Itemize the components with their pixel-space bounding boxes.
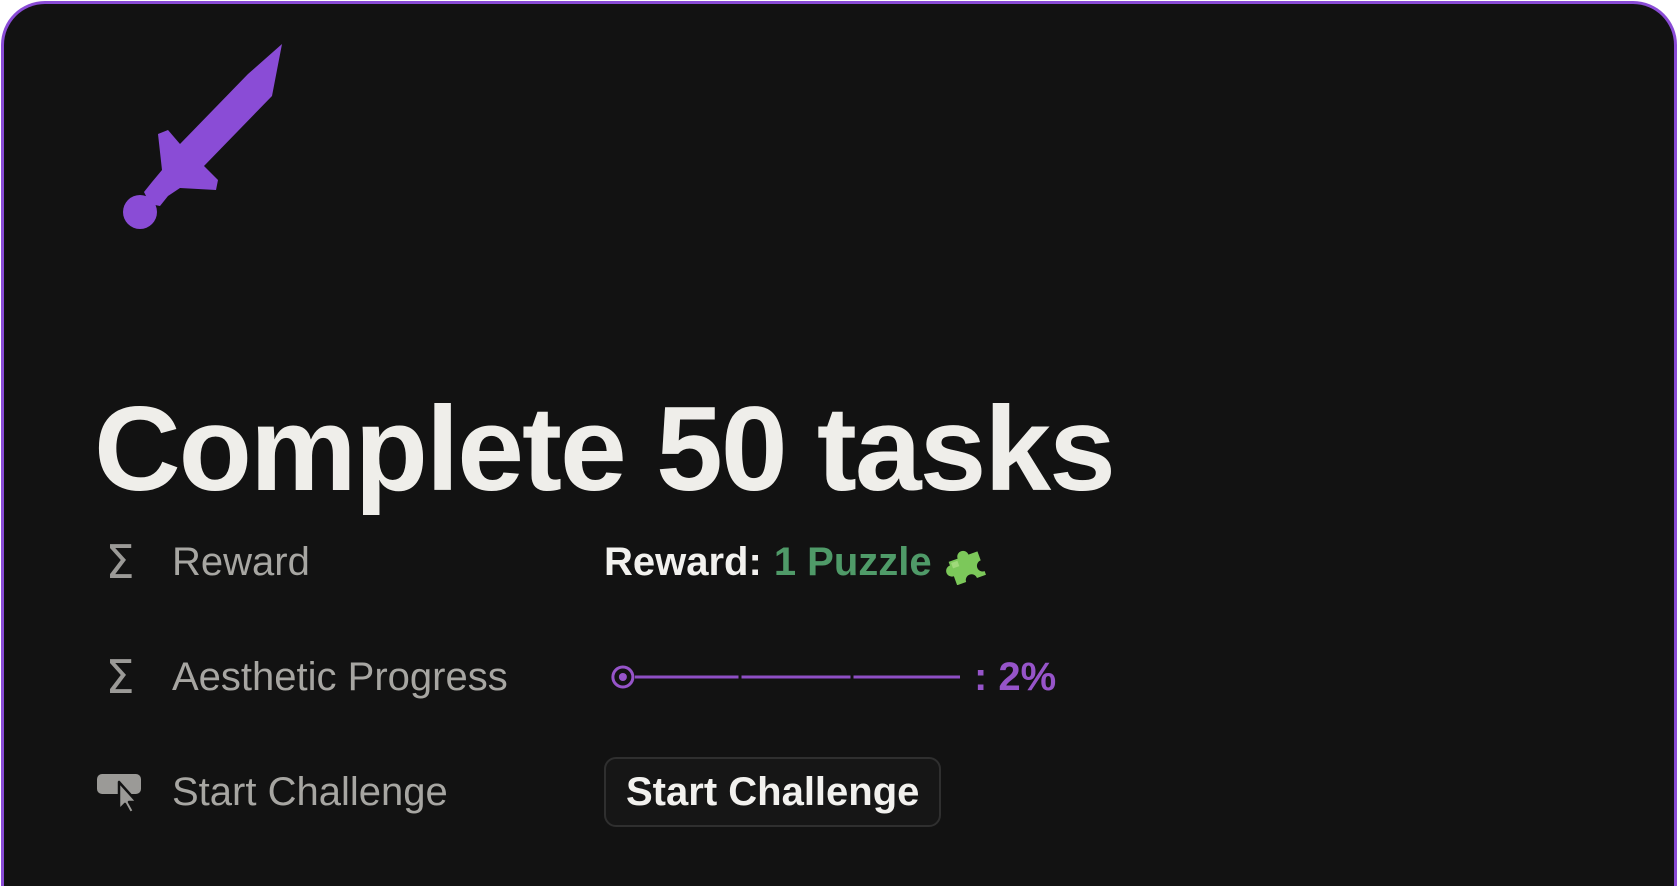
button-cursor-icon: [94, 762, 146, 822]
progress-marker-dot: [618, 673, 627, 681]
reward-prefix: Reward:: [604, 539, 762, 584]
property-value-reward[interactable]: Reward: 1 Puzzle: [604, 532, 988, 592]
progress-percentage: : 2%: [974, 654, 1057, 699]
property-value-aesthetic-progress[interactable]: : 2%: [604, 647, 1056, 707]
sword-icon[interactable]: [122, 44, 312, 234]
page-card: Complete 50 tasks Σ Reward Reward: 1 Puz…: [1, 1, 1677, 886]
reward-amount: 1 Puzzle: [773, 539, 932, 584]
page-title[interactable]: Complete 50 tasks: [94, 389, 1116, 509]
property-label-reward[interactable]: Reward: [172, 532, 310, 592]
property-label-start-challenge[interactable]: Start Challenge: [172, 762, 448, 822]
puzzle-piece-icon: [945, 550, 986, 585]
property-label-aesthetic-progress[interactable]: Aesthetic Progress: [172, 647, 508, 707]
property-row-aesthetic-progress: Σ Aesthetic Progress : 2%: [94, 647, 1394, 707]
start-challenge-button[interactable]: Start Challenge: [604, 757, 942, 827]
progress-bar: [611, 665, 960, 689]
property-row-reward: Σ Reward Reward: 1 Puzzle: [94, 532, 1394, 592]
sigma-icon: Σ: [105, 535, 135, 589]
property-row-start-challenge: Start Challenge Start Challenge: [94, 757, 1394, 827]
property-value-start-challenge: Start Challenge: [604, 756, 942, 828]
sigma-icon: Σ: [105, 650, 135, 704]
